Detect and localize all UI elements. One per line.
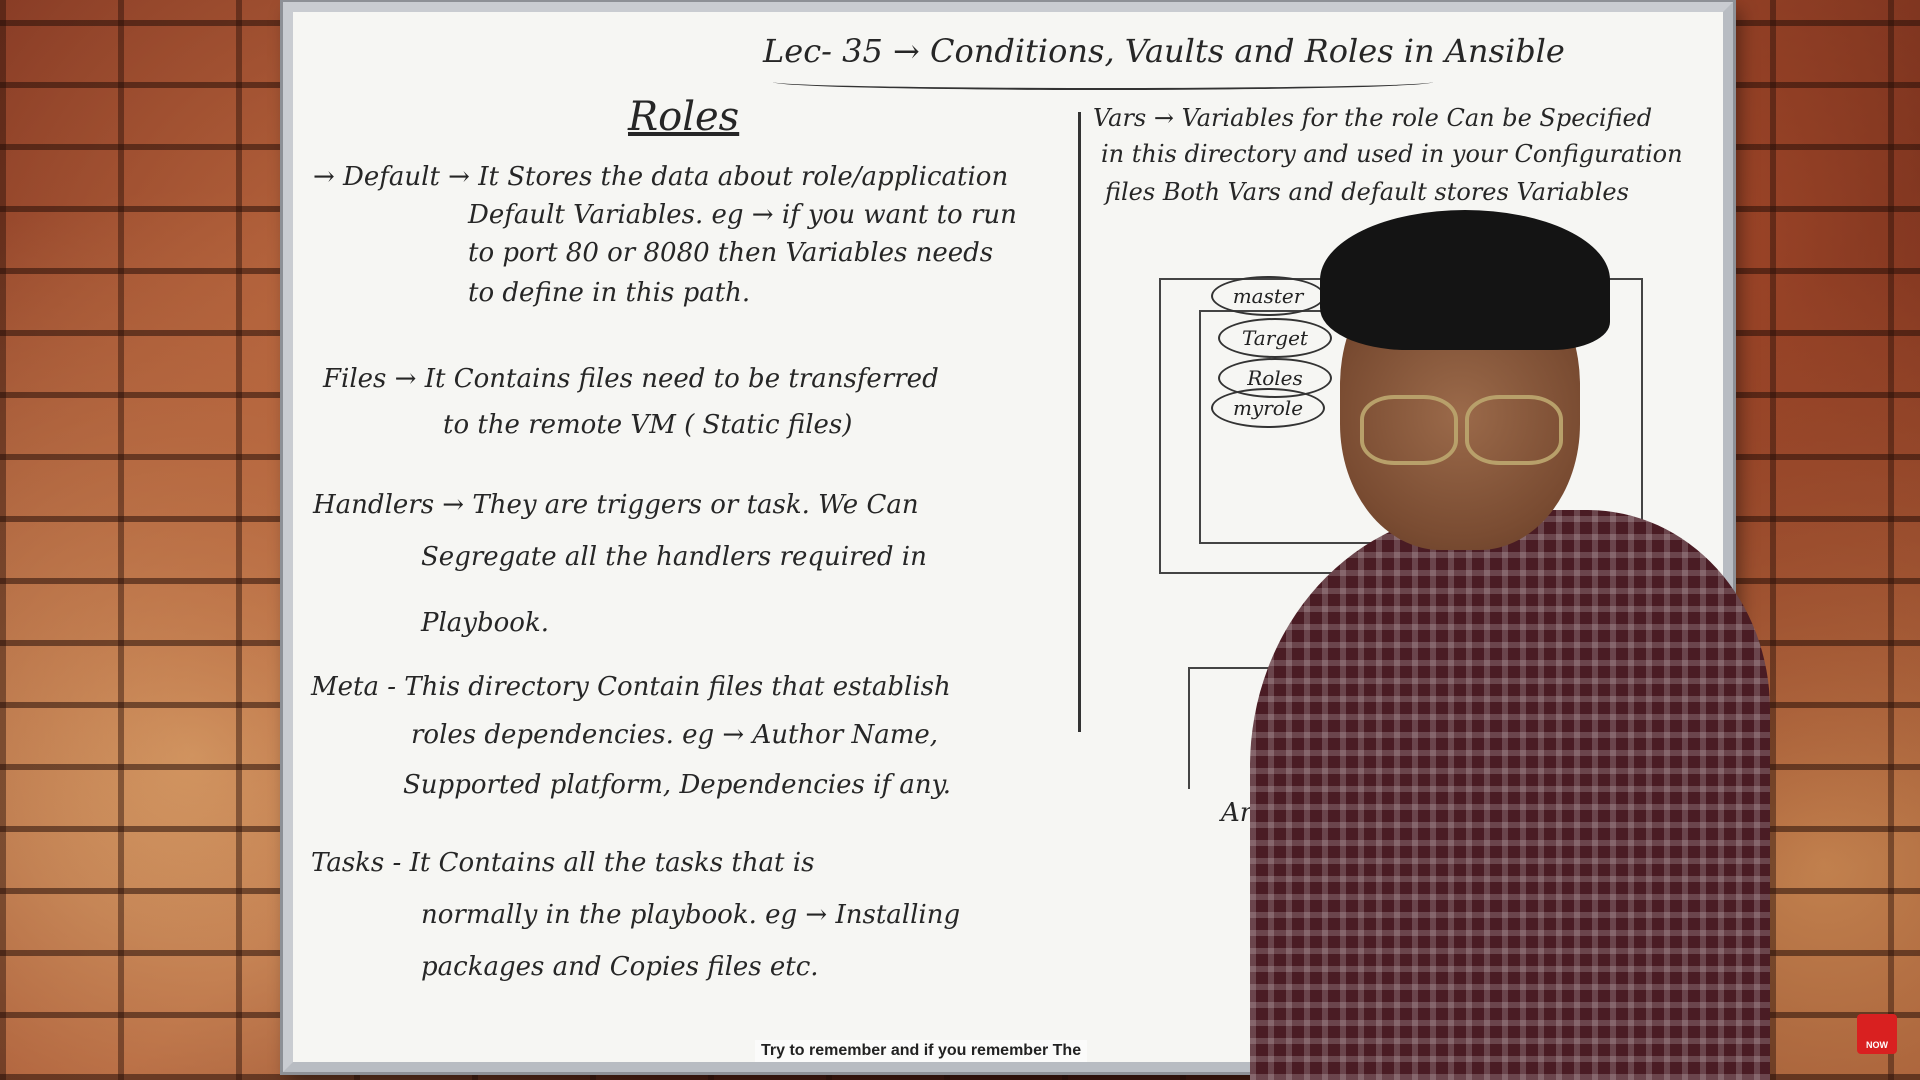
note-line: to the remote VM ( Static files) (443, 410, 853, 440)
title-underline (773, 74, 1433, 90)
note-line: packages and Copies files etc. (421, 952, 819, 982)
note-line: Tasks - It Contains all the tasks that i… (311, 848, 815, 878)
note-line: Files → It Contains files need to be tra… (323, 364, 939, 394)
note-line: files Both Vars and default stores Varia… (1105, 178, 1629, 206)
note-line: Vars → Variables for the role Can be Spe… (1093, 104, 1653, 132)
glasses-lens-right (1465, 395, 1563, 465)
note-line: to define in this path. (468, 278, 751, 308)
note-line: normally in the playbook. eg → Installin… (421, 900, 961, 930)
column-divider (1078, 112, 1081, 732)
note-line: roles dependencies. eg → Author Name, (411, 720, 939, 750)
subscribe-bell-icon[interactable]: NOW (1857, 1014, 1897, 1054)
subscribe-badge-text: NOW (1866, 1040, 1888, 1050)
note-line: Supported platform, Dependencies if any. (403, 770, 952, 800)
presenter-shirt (1250, 510, 1770, 1080)
subtitle-caption: Try to remember and if you remember The (755, 1040, 1088, 1062)
presenter-hair (1320, 210, 1610, 350)
note-line: Playbook. (421, 608, 549, 638)
note-line: to port 80 or 8080 then Variables needs (468, 238, 994, 268)
lecture-title: Lec- 35 → Conditions, Vaults and Roles i… (763, 32, 1565, 70)
note-line: Default Variables. eg → if you want to r… (468, 200, 1017, 230)
note-line: Meta - This directory Contain files that… (311, 672, 951, 702)
note-line: Handlers → They are triggers or task. We… (313, 490, 919, 520)
presenter (1250, 210, 1770, 1080)
roles-heading: Roles (628, 94, 740, 140)
glasses-lens-left (1360, 395, 1458, 465)
note-line: Segregate all the handlers required in (421, 542, 927, 572)
note-line: in this directory and used in your Confi… (1101, 140, 1683, 168)
note-line: → Default → It Stores the data about rol… (313, 162, 1009, 192)
